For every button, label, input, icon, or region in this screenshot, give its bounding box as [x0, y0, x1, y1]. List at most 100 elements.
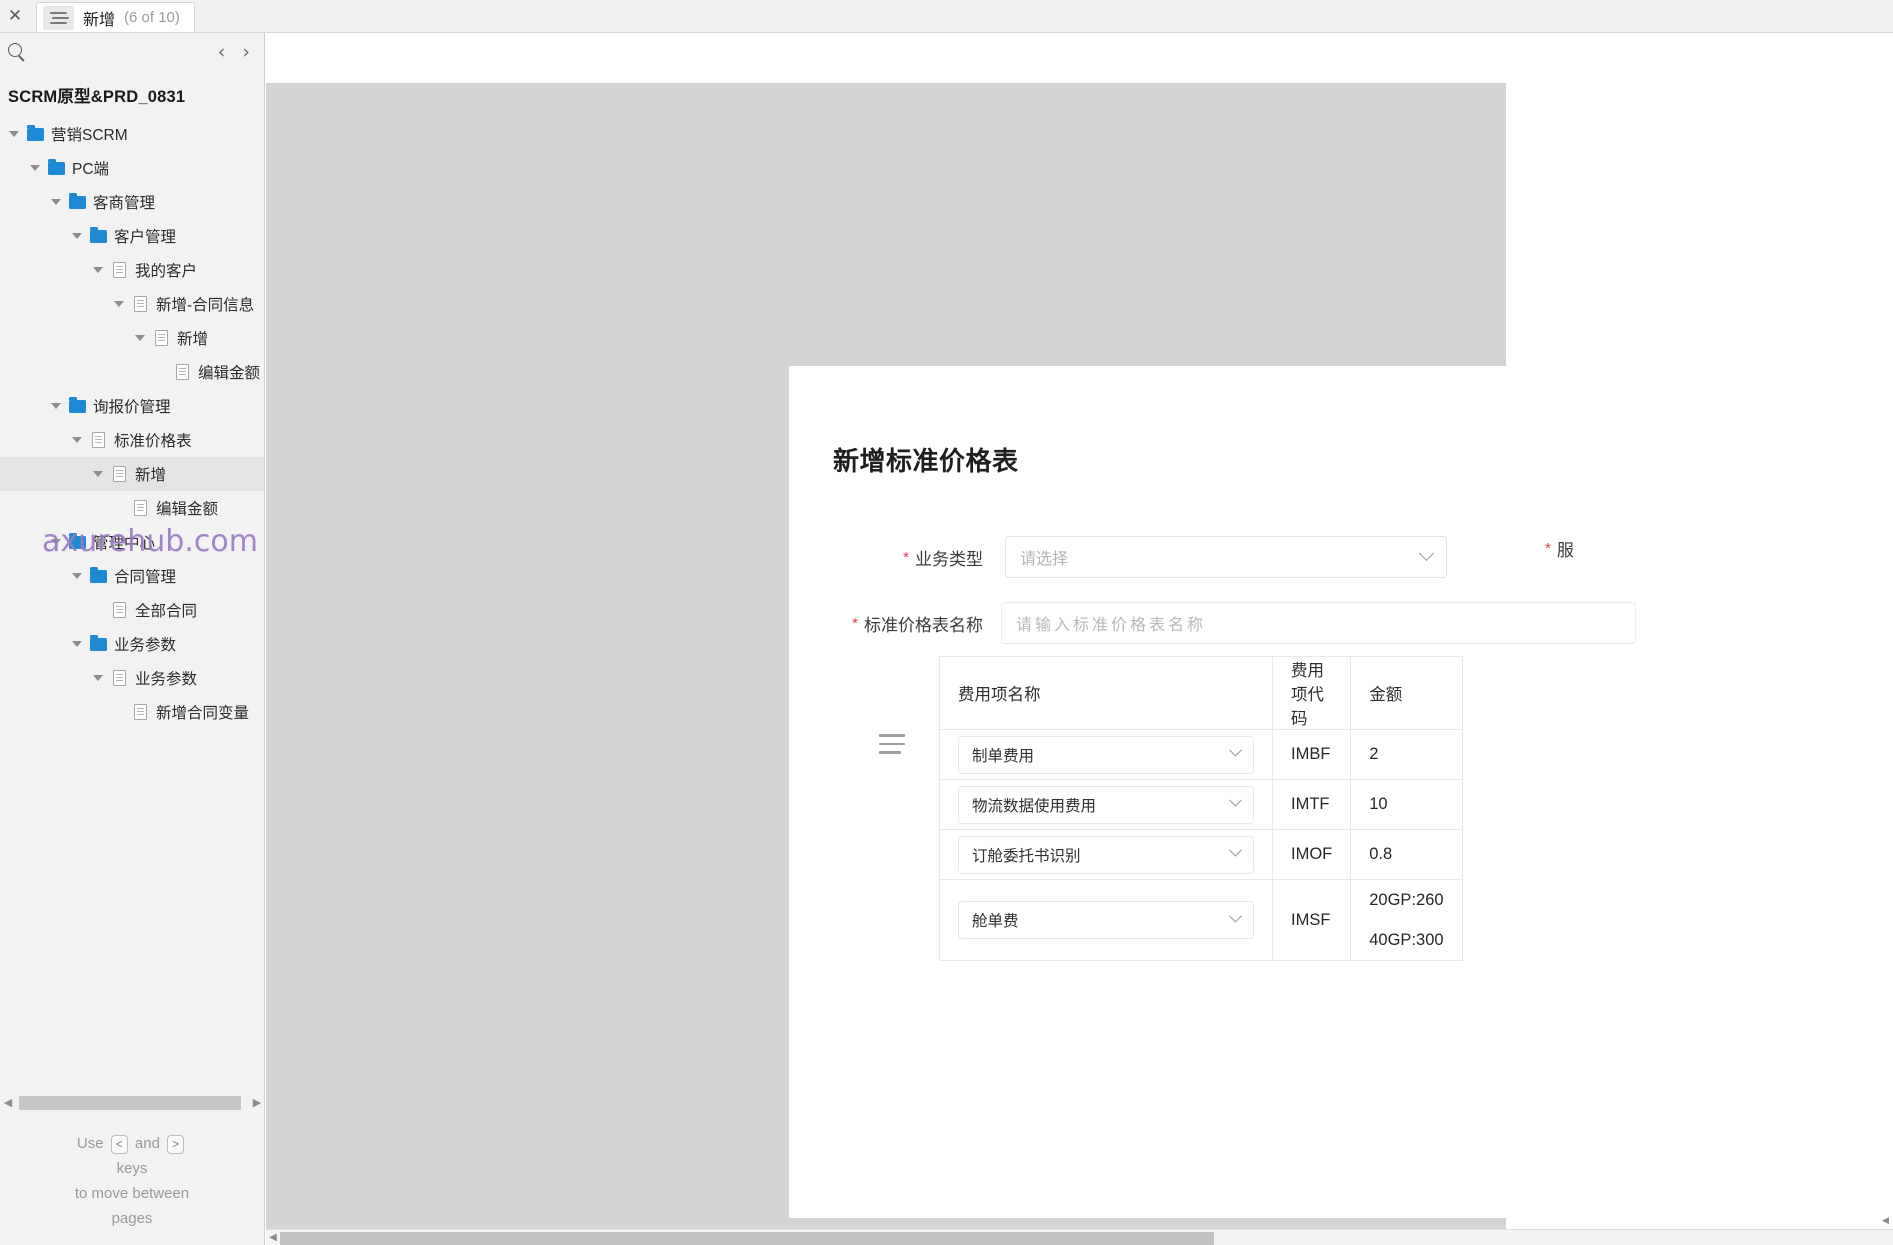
sitemap-item[interactable]: 客商管理	[0, 185, 264, 219]
sitemap-horizontal-scrollbar[interactable]: ◀ ▶	[0, 1093, 264, 1113]
next-page-button[interactable]: ›	[242, 42, 250, 62]
scrollbar-track[interactable]	[16, 1096, 249, 1110]
sitemap-item[interactable]: 业务参数	[0, 661, 264, 695]
folder-icon	[45, 158, 67, 175]
sitemap-item[interactable]: 我的客户	[0, 253, 264, 287]
table-header-row: 费用项名称 费用项代码 金额	[939, 656, 1463, 730]
sitemap-toolbar: ‹ ›	[0, 33, 264, 71]
sitemap-item-label: PC端	[72, 161, 110, 178]
expand-caret-icon[interactable]	[46, 199, 66, 205]
fee-name-value: 舱单费	[972, 913, 1019, 930]
sitemap-item[interactable]: 编辑金额	[0, 355, 264, 389]
search-icon[interactable]	[6, 41, 28, 63]
sitemap-item[interactable]: 新增	[0, 321, 264, 355]
chevron-down-icon	[1418, 544, 1435, 561]
sitemap-item[interactable]: 营销SCRM	[0, 117, 264, 151]
business-type-select[interactable]: 请选择	[1005, 536, 1447, 578]
required-marker: *	[903, 548, 909, 566]
fee-code-cell: IMOF	[1271, 829, 1352, 880]
expand-caret-icon[interactable]	[67, 233, 87, 239]
expand-caret-icon[interactable]	[25, 165, 45, 171]
page-nav-arrows: ‹ ›	[218, 42, 250, 62]
scroll-left-icon[interactable]: ◀	[266, 1232, 280, 1243]
scroll-up-icon[interactable]: ◀	[1879, 1214, 1892, 1227]
sitemap-item-label: 我的客户	[135, 263, 198, 280]
fee-name-select[interactable]: 制单费用	[958, 735, 1254, 774]
page-icon	[108, 670, 130, 686]
expand-caret-icon[interactable]	[67, 641, 87, 647]
page-icon	[108, 466, 130, 482]
fee-name-cell: 制单费用	[939, 729, 1273, 780]
help-line4: pages	[111, 1210, 153, 1227]
drag-handle-icon[interactable]	[879, 734, 905, 754]
required-marker: *	[1545, 540, 1551, 557]
help-line1-pre: Use	[76, 1135, 104, 1152]
sitemap-item[interactable]: 新增-合同信息	[0, 287, 264, 321]
scroll-right-icon[interactable]: ▶	[249, 1097, 264, 1109]
expand-caret-icon[interactable]	[130, 335, 150, 341]
business-type-label: 业务类型	[915, 549, 983, 569]
page-icon	[129, 704, 151, 720]
sitemap-item[interactable]: 业务参数	[0, 627, 264, 661]
field-business-type: * 业务类型 请选择	[833, 536, 1447, 578]
expand-caret-icon[interactable]	[67, 573, 87, 579]
table-column-header: 金额	[1350, 656, 1463, 730]
expand-caret-icon[interactable]	[109, 301, 129, 307]
scrollbar-thumb[interactable]	[280, 1231, 1214, 1245]
expand-caret-icon[interactable]	[4, 131, 24, 137]
sitemap-item[interactable]: 询报价管理	[0, 389, 264, 423]
help-line1-mid: and	[134, 1135, 160, 1152]
field-service: * 服	[1545, 536, 1574, 561]
folder-icon	[87, 566, 109, 583]
table-row: 订舱委托书识别 IMOF 0.8	[939, 829, 1463, 880]
prototype-canvas: 新增标准价格表 * 业务类型 请选择 * 服 * 标准价格表名称 请输入标准价格…	[266, 33, 1893, 1245]
expand-caret-icon[interactable]	[88, 471, 108, 477]
expand-caret-icon[interactable]	[46, 403, 66, 409]
scroll-left-icon[interactable]: ◀	[0, 1097, 16, 1109]
fee-name-select[interactable]: 订舱委托书识别	[958, 835, 1254, 874]
sitemap-item[interactable]: 新增	[0, 457, 264, 491]
table-row: 制单费用 IMBF 2	[939, 729, 1463, 780]
sitemap-item[interactable]: 编辑金额	[0, 491, 264, 525]
sitemap-panel: ‹ › SCRM原型&PRD_0831 营销SCRM PC端 客商管理 客户管理 我的客…	[0, 33, 265, 1245]
table-column-header: 费用项代码	[1271, 656, 1352, 730]
help-line2: keys	[116, 1160, 148, 1177]
expand-caret-icon[interactable]	[88, 675, 108, 681]
price-name-input[interactable]: 请输入标准价格表名称	[1001, 602, 1636, 644]
table-row: 舱单费 IMSF 20GP:260 40GP:300	[939, 879, 1463, 961]
active-tab[interactable]: 新增 (6 of 10)	[36, 2, 195, 32]
sitemap-item-label: 新增合同变量	[156, 705, 250, 722]
sitemap-item-label: 业务参数	[135, 671, 198, 688]
tab-title: 新增	[83, 11, 116, 29]
close-tab-button[interactable]: ✕	[0, 0, 30, 32]
service-label: 服	[1556, 541, 1574, 560]
sitemap-item[interactable]: 合同管理	[0, 559, 264, 593]
page-icon	[171, 364, 193, 380]
sitemap-item[interactable]: 管理中心	[0, 525, 264, 559]
expand-caret-icon[interactable]	[88, 267, 108, 273]
prev-page-button[interactable]: ‹	[218, 42, 226, 62]
sitemap-item[interactable]: 客户管理	[0, 219, 264, 253]
sitemap-item-label: 编辑金额	[156, 501, 219, 518]
fee-amount-cell: 0.8	[1350, 829, 1463, 880]
folder-icon	[24, 124, 46, 141]
fee-name-select[interactable]: 物流数据使用费用	[958, 785, 1254, 824]
sitemap-item[interactable]: 全部合同	[0, 593, 264, 627]
fee-name-value: 物流数据使用费用	[972, 797, 1097, 815]
key-next: >	[167, 1134, 185, 1154]
sitemap-item[interactable]: 新增合同变量	[0, 695, 264, 729]
scrollbar-thumb[interactable]	[19, 1096, 241, 1110]
chevron-down-icon	[1229, 793, 1242, 807]
sitemap-item[interactable]: PC端	[0, 151, 264, 185]
folder-icon	[66, 192, 88, 209]
sitemap-item[interactable]: 标准价格表	[0, 423, 264, 457]
fee-amount-line: 40GP:300	[1369, 931, 1444, 949]
expand-caret-icon[interactable]	[67, 437, 87, 443]
fee-name-select[interactable]: 舱单费	[958, 901, 1254, 939]
expand-caret-icon[interactable]	[46, 539, 66, 545]
scrollbar-track[interactable]	[280, 1231, 1893, 1245]
canvas-horizontal-scrollbar[interactable]: ◀	[266, 1229, 1893, 1245]
fee-amount-cell: 2	[1350, 729, 1463, 780]
fee-items-table: 费用项名称 费用项代码 金额 制单费用 IMBF 2 物流数据使用费用 IMTF 10 订舱委托…	[939, 656, 1463, 961]
list-menu-icon[interactable]	[43, 5, 74, 30]
